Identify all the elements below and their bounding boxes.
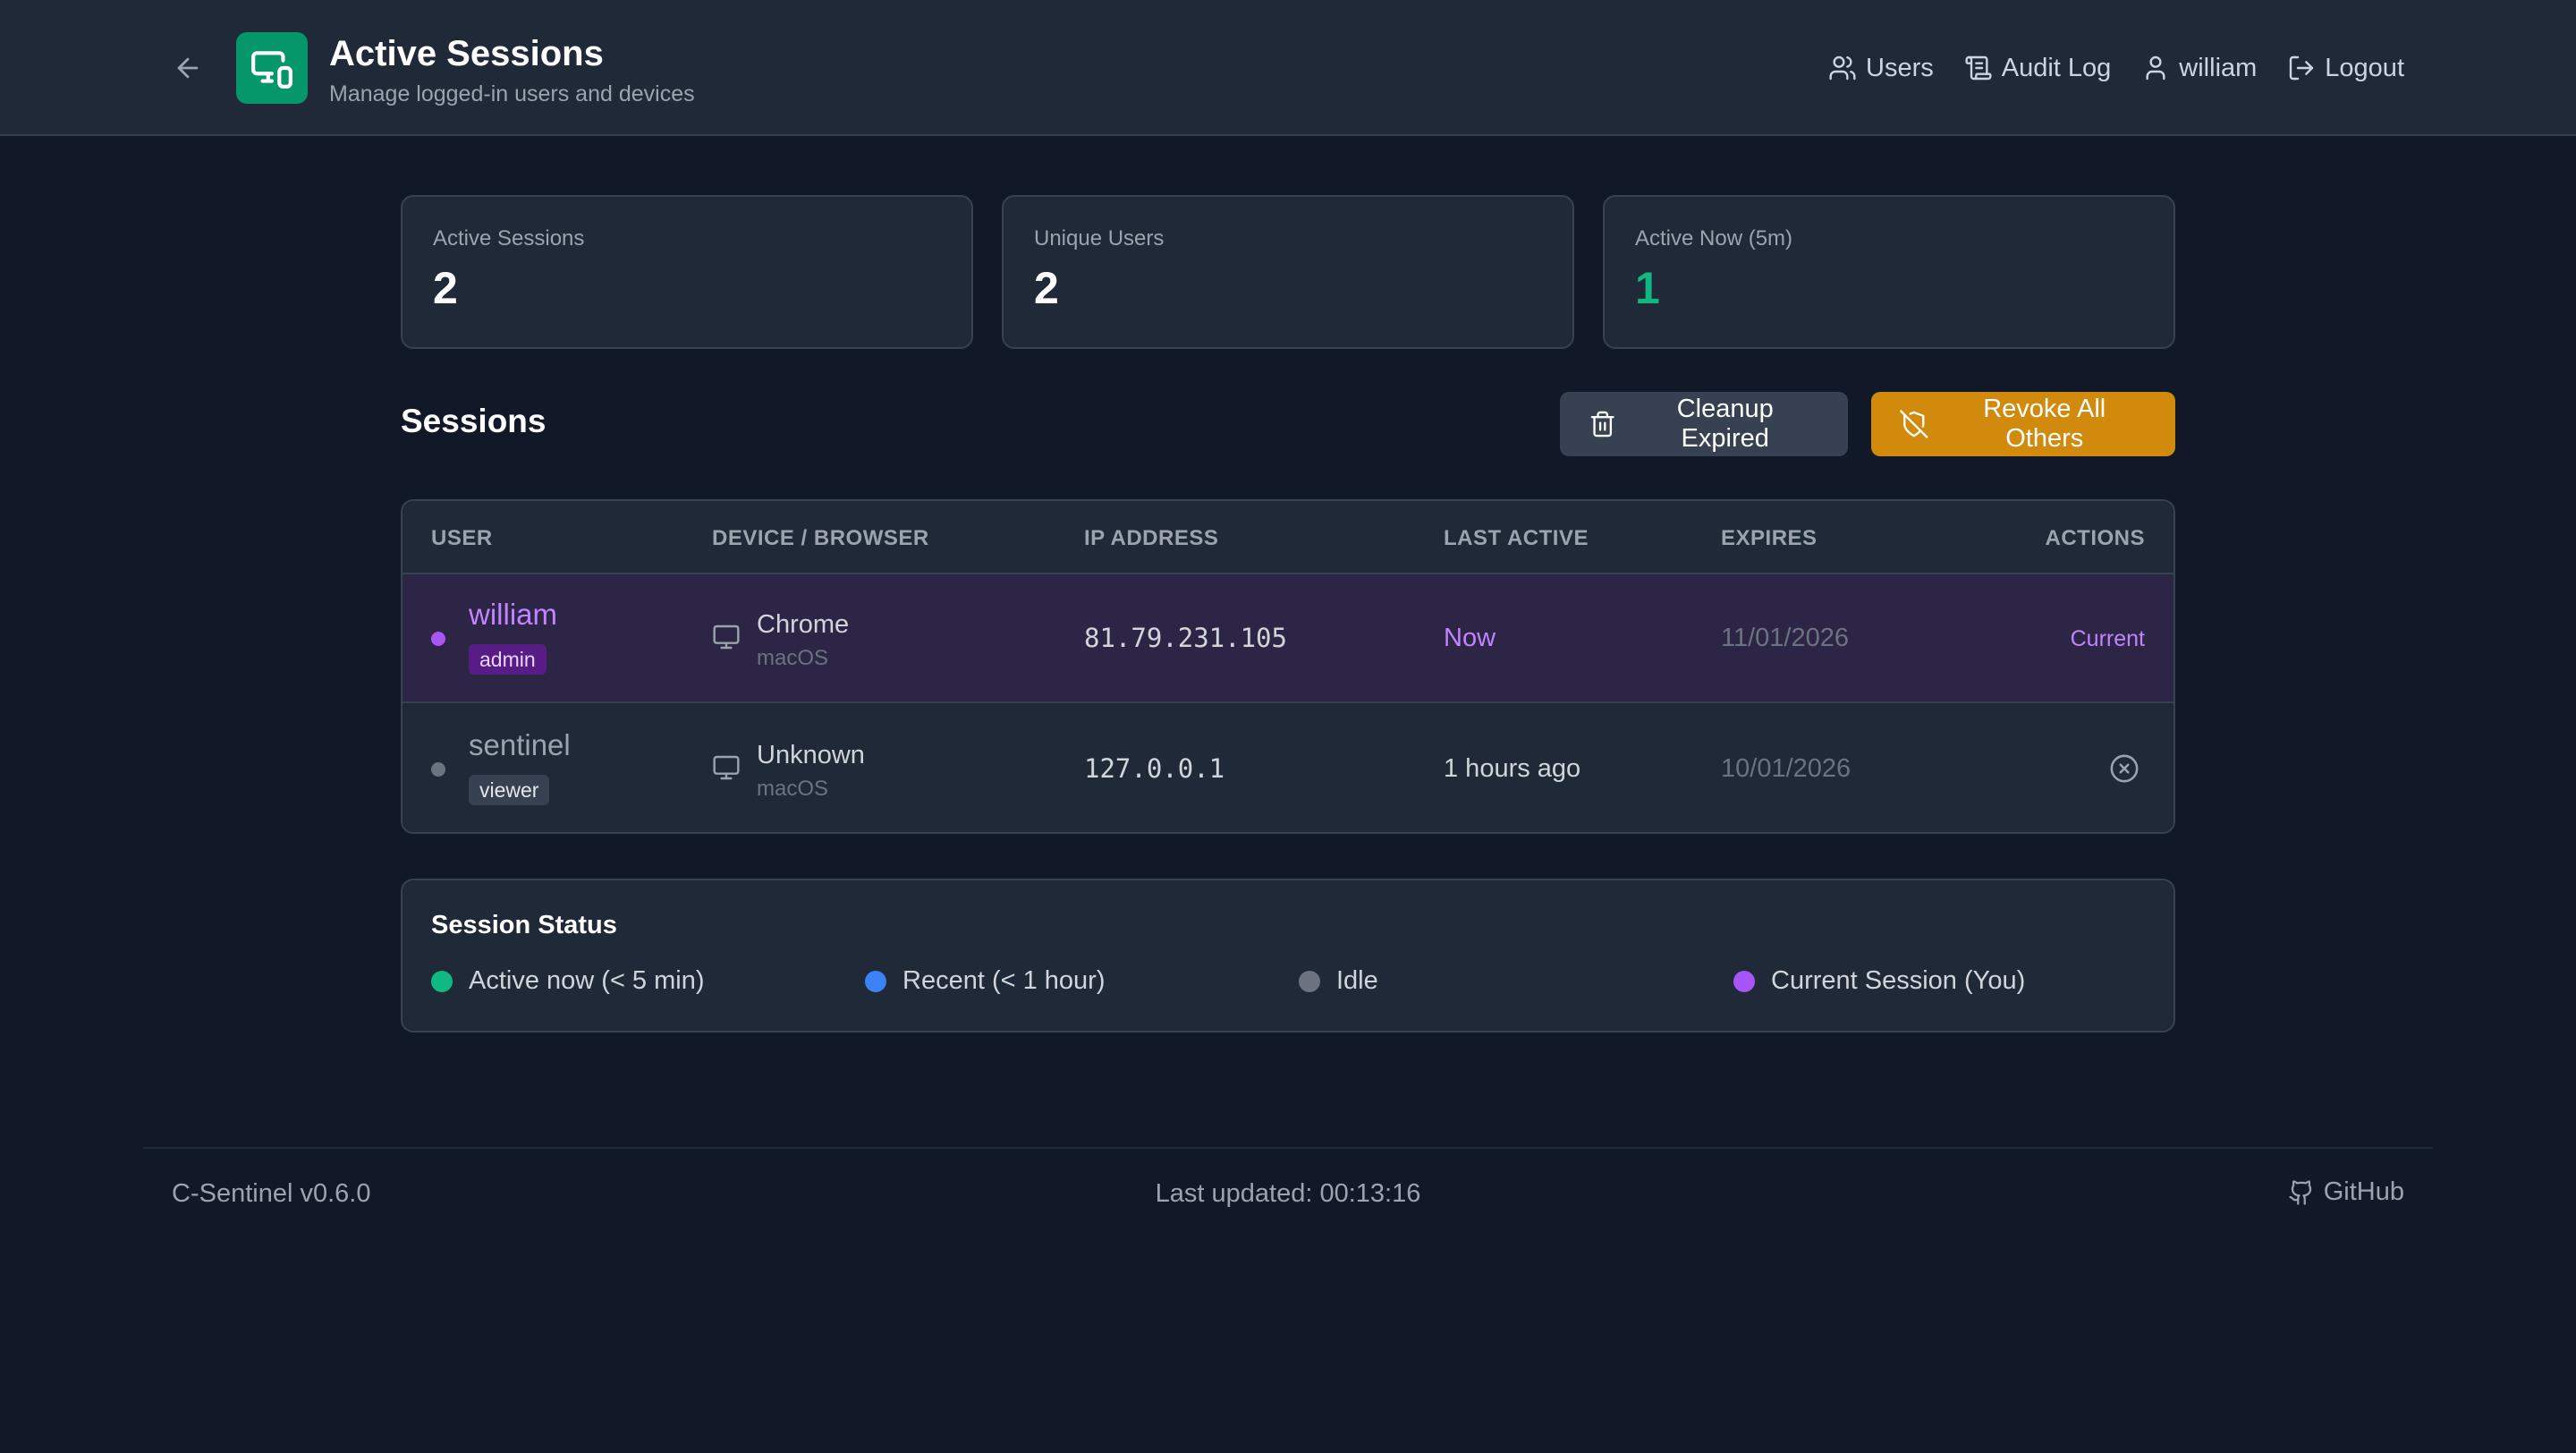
page-subtitle: Manage logged-in users and devices xyxy=(329,81,695,106)
github-icon xyxy=(2289,1179,2311,1205)
cleanup-expired-label: Cleanup Expired xyxy=(1676,395,1774,453)
ip-address: 127.0.0.1 xyxy=(1084,753,1225,784)
legend-label: Recent (< 1 hour) xyxy=(902,966,1106,995)
title-block: Active Sessions Manage logged-in users a… xyxy=(329,32,695,109)
user-icon xyxy=(2146,55,2165,81)
legend-dot xyxy=(431,970,453,992)
legend-item-recent: Recent (< 1 hour) xyxy=(865,966,1105,996)
github-label: GitHub xyxy=(2323,1177,2404,1206)
session-status-legend: Session Status Active now (< 5 min) Rece… xyxy=(401,879,2175,1032)
nav-users[interactable]: Users xyxy=(1828,54,1934,83)
sessions-title: Sessions xyxy=(401,403,547,439)
table-row: sentinel viewer Unknown macOS 127.0.0.1 … xyxy=(402,705,2174,832)
nav-user-profile[interactable]: william xyxy=(2141,54,2257,83)
top-nav: Users Audit Log william Logout xyxy=(1828,48,2404,88)
legend-title: Session Status xyxy=(431,911,617,939)
cleanup-expired-button[interactable]: Cleanup Expired xyxy=(1560,392,1848,456)
legend-item-idle: Idle xyxy=(1299,966,1378,996)
app-header: Active Sessions Manage logged-in users a… xyxy=(0,0,2576,136)
last-active: 1 hours ago xyxy=(1444,754,1581,783)
expires: 11/01/2026 xyxy=(1721,624,1849,652)
legend-label: Idle xyxy=(1336,966,1378,995)
footer-center: Last updated: 00:13:16 xyxy=(0,1179,2576,1209)
legend-label: Active now (< 5 min) xyxy=(469,966,705,995)
scroll-icon xyxy=(1965,55,1992,81)
footer-divider xyxy=(143,1147,2433,1149)
stat-value: 1 xyxy=(1635,263,1660,313)
monitor-icon xyxy=(713,755,740,780)
stat-label: Active Now (5m) xyxy=(1635,226,1793,251)
arrow-left-icon xyxy=(177,57,199,79)
legend-dot xyxy=(1299,970,1320,992)
session-user-name: sentinel xyxy=(469,728,571,761)
nav-logout-label: Logout xyxy=(2325,53,2404,82)
table-row: william admin Chrome macOS 81.79.231.105… xyxy=(402,574,2174,703)
device-browser: Chrome xyxy=(757,610,850,639)
stat-card-active-sessions: Active Sessions 2 xyxy=(401,195,973,349)
legend-item-active: Active now (< 5 min) xyxy=(431,966,705,996)
column-header-device: DEVICE / BROWSER xyxy=(712,526,929,550)
last-active: Now xyxy=(1444,624,1496,652)
expires: 10/01/2026 xyxy=(1721,754,1852,783)
revoke-all-others-label: Revoke All Others xyxy=(1983,395,2106,453)
trash-icon xyxy=(1590,411,1614,438)
status-dot xyxy=(431,762,445,777)
device-browser: Unknown xyxy=(757,741,865,769)
nav-user-label: william xyxy=(2179,53,2258,82)
page-title: Active Sessions xyxy=(329,34,604,73)
ip-address: 81.79.231.105 xyxy=(1084,623,1287,653)
app-version: C-Sentinel v0.6.0 xyxy=(172,1179,371,1208)
session-user-name: william xyxy=(469,598,557,631)
stat-card-active-now: Active Now (5m) 1 xyxy=(1603,195,2175,349)
legend-item-current: Current Session (You) xyxy=(1733,966,2025,996)
sessions-table: USER DEVICE / BROWSER IP ADDRESS LAST AC… xyxy=(401,499,2175,834)
monitor-icon xyxy=(713,625,740,650)
back-button[interactable] xyxy=(170,50,206,86)
shield-off-icon xyxy=(1900,410,1928,438)
nav-logout[interactable]: Logout xyxy=(2287,54,2404,83)
stat-card-unique-users: Unique Users 2 xyxy=(1002,195,1574,349)
stat-value: 2 xyxy=(433,263,458,313)
legend-label: Current Session (You) xyxy=(1771,966,2026,995)
column-header-actions: ACTIONS xyxy=(2045,526,2145,550)
stat-label: Active Sessions xyxy=(433,226,585,251)
device-os: macOS xyxy=(757,777,829,801)
stat-value: 2 xyxy=(1034,263,1059,313)
device-os: macOS xyxy=(757,646,829,670)
users-icon xyxy=(1829,55,1856,81)
logout-icon xyxy=(2290,55,2314,81)
app-logo xyxy=(236,32,308,104)
monitor-smartphone-icon xyxy=(251,51,292,89)
column-header-last-active: LAST ACTIVE xyxy=(1444,526,1589,550)
role-badge: viewer xyxy=(469,775,550,805)
nav-audit-log[interactable]: Audit Log xyxy=(1964,53,2112,83)
last-updated: Last updated: 00:13:16 xyxy=(1155,1179,1421,1208)
stat-label: Unique Users xyxy=(1034,226,1165,251)
legend-dot xyxy=(1733,970,1755,992)
github-link[interactable]: GitHub xyxy=(2288,1177,2404,1207)
column-header-expires: EXPIRES xyxy=(1721,526,1818,550)
revoke-session-icon[interactable] xyxy=(2109,753,2140,784)
table-header: USER DEVICE / BROWSER IP ADDRESS LAST AC… xyxy=(402,501,2174,574)
current-session-label: Current xyxy=(2070,626,2145,651)
column-header-user: USER xyxy=(431,526,493,550)
role-badge: admin xyxy=(469,644,547,675)
nav-users-label: Users xyxy=(1866,53,1934,82)
legend-dot xyxy=(865,970,886,992)
status-dot xyxy=(431,632,445,646)
nav-audit-log-label: Audit Log xyxy=(2001,53,2112,82)
revoke-all-others-button[interactable]: Revoke All Others xyxy=(1871,392,2175,456)
column-header-ip: IP ADDRESS xyxy=(1084,526,1219,550)
